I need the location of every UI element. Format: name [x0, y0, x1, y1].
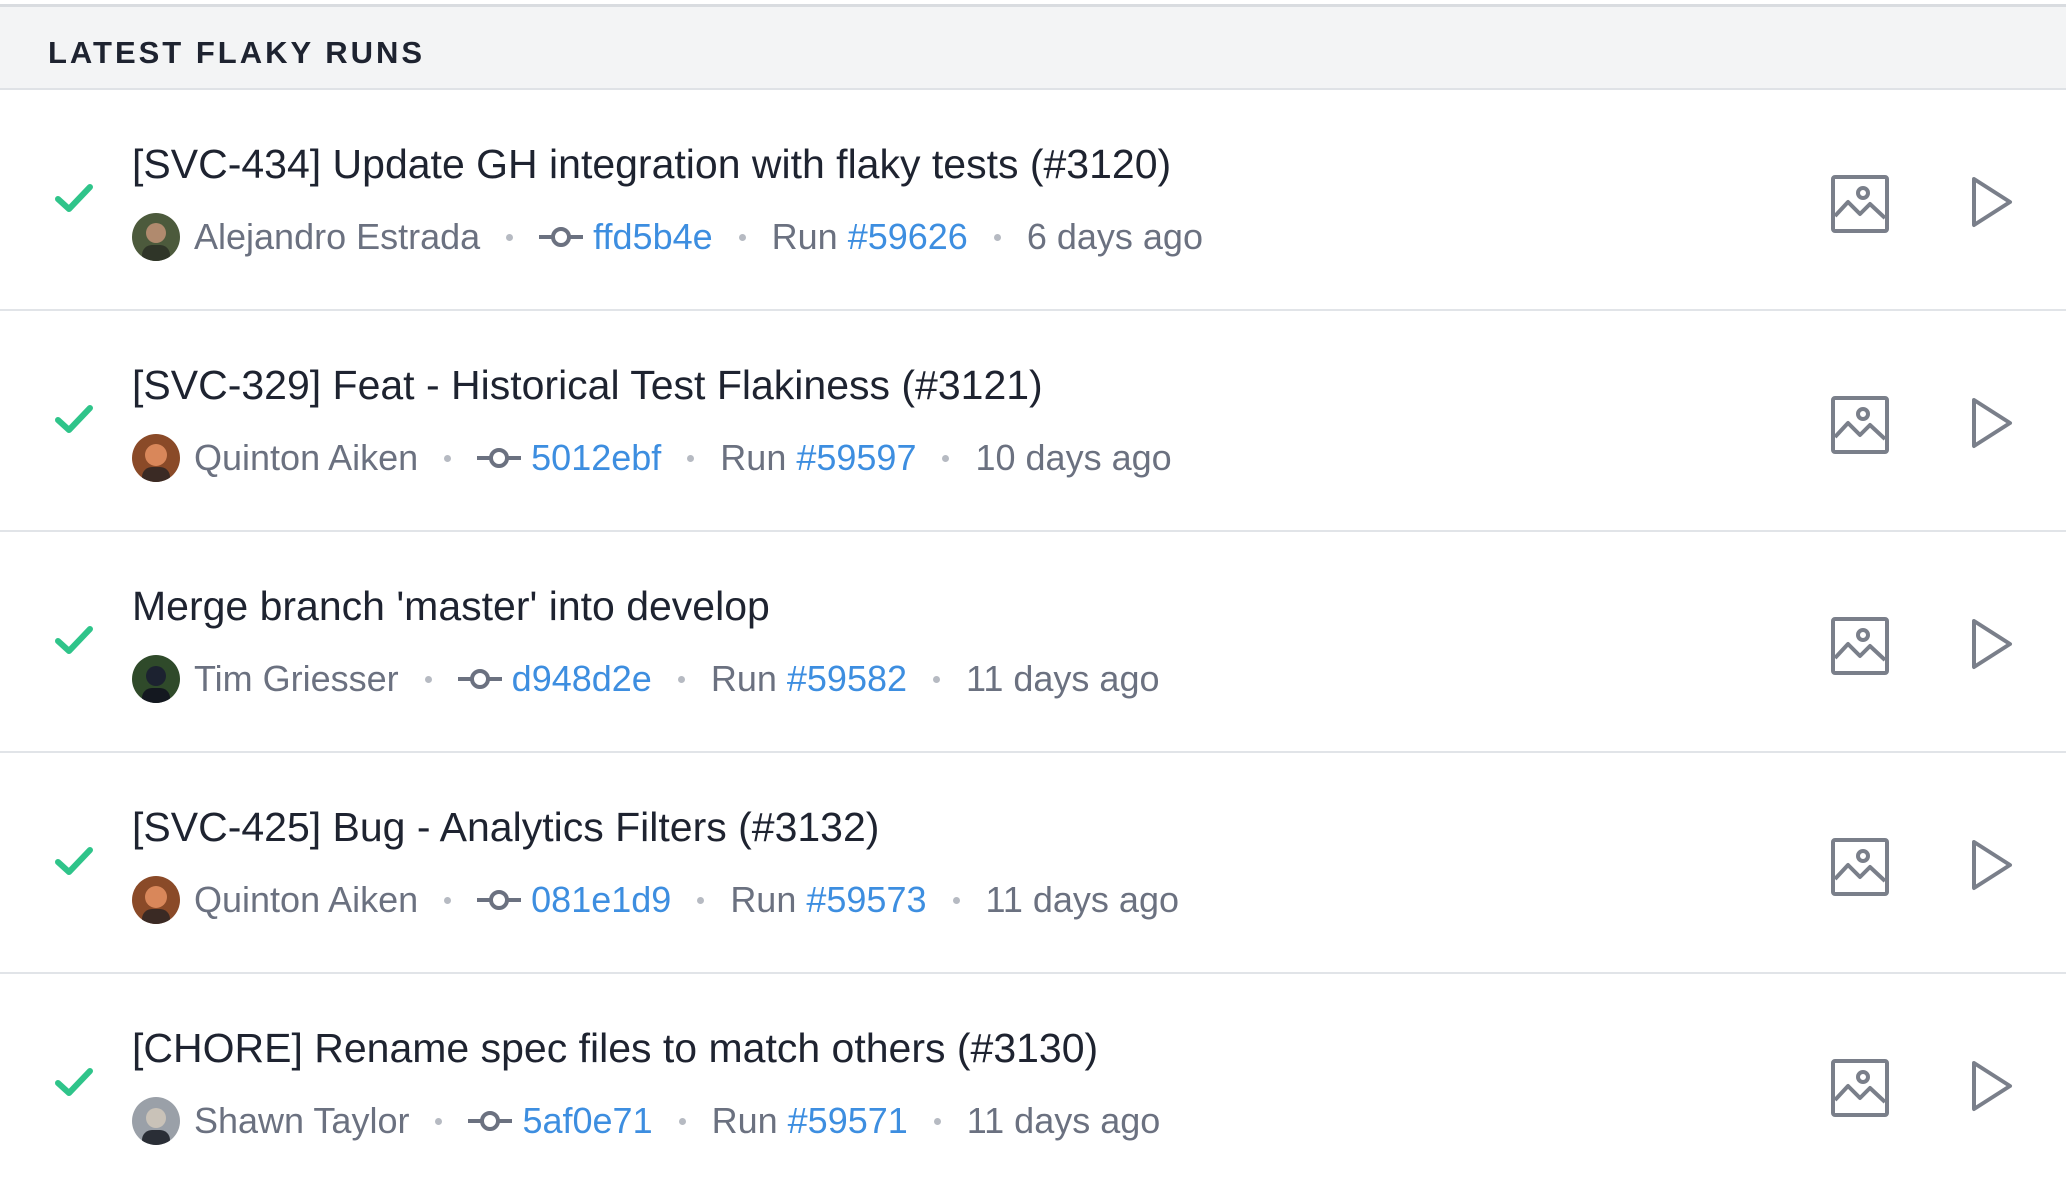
- author-name: Tim Griesser: [194, 658, 399, 699]
- play-video-icon[interactable]: [1968, 395, 2016, 451]
- separator-dot: [697, 896, 705, 904]
- commit-sha-link[interactable]: ffd5b4e: [593, 216, 712, 258]
- check-icon: [55, 184, 93, 212]
- panel-header: LATEST FLAKY RUNS: [0, 4, 2066, 90]
- avatar: [132, 434, 180, 482]
- run-time: 11 days ago: [966, 1100, 1161, 1141]
- avatar: [132, 876, 180, 924]
- separator-dot: [993, 233, 1001, 241]
- commit-icon: [477, 448, 522, 468]
- check-icon: [55, 1068, 93, 1096]
- run-time: 10 days ago: [975, 437, 1172, 478]
- separator-dot: [435, 1117, 443, 1125]
- avatar: [132, 1097, 180, 1145]
- run-label: Run: [710, 658, 777, 699]
- run-time: 11 days ago: [966, 658, 1160, 699]
- run-row[interactable]: Merge branch 'master' into develop Tim G…: [0, 532, 2066, 753]
- separator-dot: [952, 896, 960, 904]
- commit-sha-link[interactable]: d948d2e: [512, 658, 652, 700]
- separator-dot: [687, 454, 695, 462]
- separator-dot: [933, 1117, 941, 1125]
- run-number-link[interactable]: #59626: [848, 216, 968, 258]
- play-video-icon[interactable]: [1968, 837, 2016, 893]
- run-number-link[interactable]: #59597: [796, 437, 916, 479]
- author-name: Alejandro Estrada: [194, 216, 481, 257]
- commit-sha-link[interactable]: 081e1d9: [531, 879, 671, 921]
- screenshots-icon[interactable]: [1830, 174, 1890, 234]
- run-time: 11 days ago: [985, 879, 1179, 920]
- commit-sha-link[interactable]: 5af0e71: [522, 1100, 652, 1142]
- author-name: Shawn Taylor: [194, 1100, 410, 1141]
- run-title[interactable]: Merge branch 'master' into develop: [132, 582, 770, 630]
- avatar: [132, 655, 180, 703]
- run-row[interactable]: [SVC-425] Bug - Analytics Filters (#3132…: [0, 753, 2066, 974]
- author-name: Quinton Aiken: [194, 879, 419, 920]
- play-video-icon[interactable]: [1968, 1058, 2016, 1114]
- run-label: Run: [730, 879, 797, 920]
- run-number-link[interactable]: #59582: [787, 658, 907, 700]
- run-label: Run: [771, 216, 838, 257]
- check-icon: [55, 405, 93, 433]
- check-icon: [55, 626, 93, 654]
- run-row[interactable]: [CHORE] Rename spec files to match other…: [0, 974, 2066, 1195]
- run-label: Run: [711, 1100, 778, 1141]
- separator-dot: [444, 896, 452, 904]
- screenshots-icon[interactable]: [1830, 616, 1890, 676]
- separator-dot: [677, 675, 685, 683]
- run-time: 6 days ago: [1026, 216, 1203, 257]
- commit-icon: [477, 890, 522, 910]
- commit-icon: [468, 1111, 513, 1131]
- author-name: Quinton Aiken: [194, 437, 419, 478]
- separator-dot: [678, 1117, 686, 1125]
- run-row[interactable]: [SVC-434] Update GH integration with fla…: [0, 90, 2066, 311]
- latest-flaky-runs-panel: LATEST FLAKY RUNS [SVC-434] Update GH in…: [0, 0, 2066, 1194]
- separator-dot: [506, 233, 514, 241]
- run-number-link[interactable]: #59571: [788, 1100, 908, 1142]
- screenshots-icon[interactable]: [1830, 837, 1890, 897]
- play-video-icon[interactable]: [1968, 174, 2016, 230]
- run-list: [SVC-434] Update GH integration with fla…: [0, 90, 2066, 1195]
- panel-title: LATEST FLAKY RUNS: [48, 35, 426, 70]
- run-title[interactable]: [SVC-434] Update GH integration with fla…: [132, 140, 1171, 188]
- run-number-link[interactable]: #59573: [806, 879, 926, 921]
- run-row[interactable]: [SVC-329] Feat - Historical Test Flakine…: [0, 311, 2066, 532]
- commit-icon: [457, 669, 502, 689]
- separator-dot: [738, 233, 746, 241]
- run-title[interactable]: [CHORE] Rename spec files to match other…: [132, 1024, 1098, 1072]
- commit-icon: [539, 227, 584, 247]
- separator-dot: [444, 454, 452, 462]
- run-meta: Quinton Aiken 5012ebf Run #59597 10 days…: [132, 433, 1172, 483]
- run-meta: Alejandro Estrada ffd5b4e Run #59626 6 d…: [132, 212, 1203, 262]
- commit-sha-link[interactable]: 5012ebf: [531, 437, 661, 479]
- run-label: Run: [720, 437, 787, 478]
- run-title[interactable]: [SVC-425] Bug - Analytics Filters (#3132…: [132, 803, 879, 851]
- check-icon: [55, 847, 93, 875]
- separator-dot: [942, 454, 950, 462]
- run-meta: Tim Griesser d948d2e Run #59582 11 days …: [132, 654, 1160, 704]
- screenshots-icon[interactable]: [1830, 1058, 1890, 1118]
- run-meta: Quinton Aiken 081e1d9 Run #59573 11 days…: [132, 875, 1179, 925]
- run-title[interactable]: [SVC-329] Feat - Historical Test Flakine…: [132, 361, 1043, 409]
- separator-dot: [933, 675, 941, 683]
- screenshots-icon[interactable]: [1830, 395, 1890, 455]
- run-meta: Shawn Taylor 5af0e71 Run #59571 11 days …: [132, 1096, 1160, 1146]
- avatar: [132, 213, 180, 261]
- separator-dot: [424, 675, 432, 683]
- play-video-icon[interactable]: [1968, 616, 2016, 672]
